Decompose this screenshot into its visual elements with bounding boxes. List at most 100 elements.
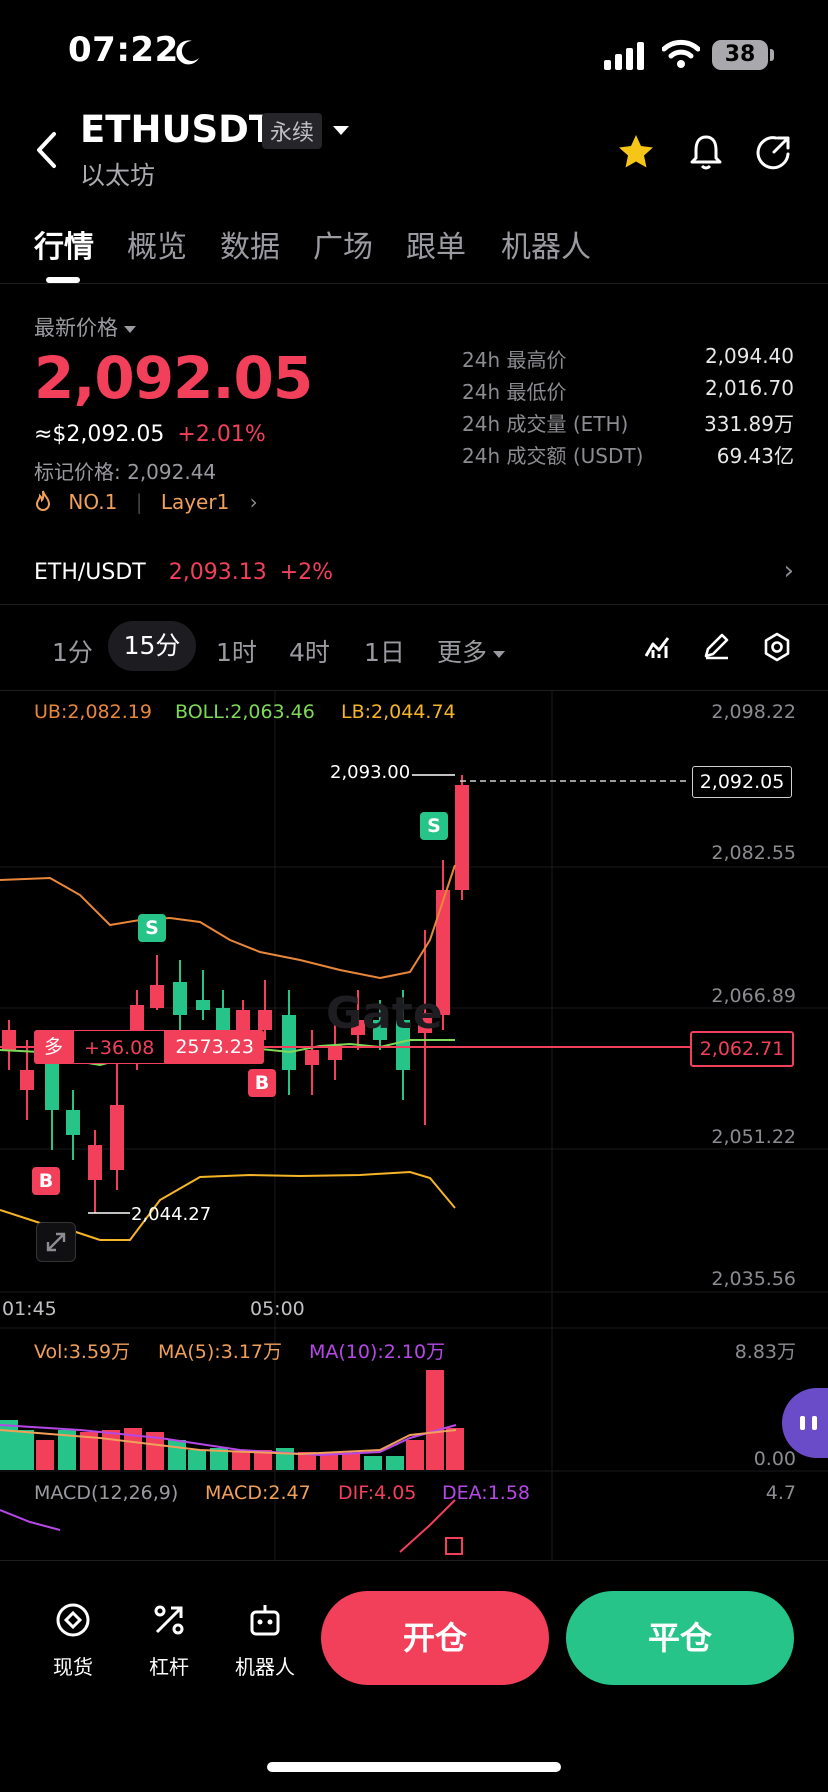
chevron-right-icon: › [249,490,258,514]
tf-1d[interactable]: 1日 [364,633,405,669]
stat-24h-turnover: 24h 成交额 (USDT) 69.43亿 [462,444,794,468]
macd-name: MACD(12,26,9) [34,1482,179,1504]
tf-1m[interactable]: 1分 [52,633,93,669]
volume-bars [0,1370,464,1470]
volume-bar [102,1430,120,1470]
settings-icon[interactable] [762,632,792,662]
candle [173,960,187,1030]
boll-line [0,864,456,980]
candle [305,1030,319,1095]
status-time: 07:22 [68,30,179,70]
y-tick: 2,082.55 [711,842,796,864]
asset-name: 以太坊 [80,161,156,190]
tf-4h[interactable]: 4时 [289,633,330,669]
battery-icon: 38 [712,40,768,70]
volume-bar [16,1430,34,1470]
spot-pair-row[interactable]: ETH/USDT 2,093.13 +2% › [34,556,794,586]
y-tick: 2,051.22 [711,1126,796,1148]
robot-icon [250,1605,280,1636]
fullscreen-icon[interactable] [36,1222,76,1262]
tab-data[interactable]: 数据 [220,222,280,266]
time-tick: 01:45 [2,1298,57,1320]
usd-price-line: ≈$2,092.05 +2.01% [34,422,266,447]
y-tick: 2,066.89 [711,985,796,1007]
sell-marker: S [420,812,448,840]
boll-ub: UB:2,082.19 [34,701,152,723]
spot-icon [56,1603,90,1637]
position-pnl: +36.08 [73,1030,166,1064]
volume-bar [426,1370,444,1470]
volume-bar [276,1448,294,1470]
macd-hist-bar [445,1537,463,1555]
buy-marker: B [248,1069,276,1097]
candle [2,1020,16,1070]
contract-badge: 永续 [262,113,323,149]
assistant-bubble-icon[interactable] [782,1388,828,1458]
star-icon[interactable] [616,132,656,172]
candle [150,955,164,1010]
battery-level: 38 [724,42,756,67]
volume-bar [36,1440,54,1470]
tab-square[interactable]: 广场 [313,222,373,266]
current-price-tag: 2,092.05 [692,766,792,798]
wifi-icon [662,39,700,68]
price-type-selector[interactable]: 最新价格 [34,312,136,342]
indicator-icon[interactable] [644,632,672,660]
stat-24h-high: 24h 最高价 2,094.40 [462,344,794,372]
macd-axis: 4.7 [765,1482,796,1504]
tf-1h[interactable]: 1时 [216,633,257,669]
volume-bar [446,1428,464,1470]
leverage-icon [154,1605,184,1635]
nav-spot[interactable]: 现货 [28,1600,118,1680]
position-side: 多 [34,1030,74,1064]
candle [88,1130,102,1213]
position-tag[interactable]: 多 +36.08 2573.23 [34,1030,264,1064]
nav-bots[interactable]: 机器人 [220,1600,310,1680]
volume-bar [232,1452,250,1470]
volume-bar [406,1440,424,1470]
sector-tag: Layer1 [160,490,230,514]
symbol-dropdown-icon[interactable] [333,126,349,135]
home-indicator[interactable] [267,1762,561,1772]
last-price: 2,092.05 [34,344,313,412]
volume-bar [364,1456,382,1470]
vol-max: 8.83万 [734,1341,796,1363]
position-price-tag: 2,062.71 [690,1031,794,1067]
back-arrow-icon[interactable] [34,130,58,170]
dea-line [0,1509,61,1531]
volume-bar [188,1450,206,1470]
nav-margin[interactable]: 杠杆 [124,1600,214,1680]
share-icon[interactable] [754,132,794,172]
close-position-button[interactable]: 平仓 [566,1591,794,1685]
tab-overview[interactable]: 概览 [127,222,187,266]
vol-label: Vol:3.59万 [34,1341,131,1363]
candle [282,990,296,1095]
time-tick: 05:00 [250,1298,305,1320]
y-tick: 2,035.56 [711,1268,796,1290]
kline-chart[interactable] [0,690,828,1560]
tf-more[interactable]: 更多 [437,633,506,669]
vol-ma5: MA(5):3.17万 [158,1341,283,1363]
stat-24h-volume: 24h 成交量 (ETH) 331.89万 [462,412,794,436]
macd-dea: DEA:1.58 [442,1482,531,1504]
ranking-tags[interactable]: NO.1 | Layer1 › [34,490,258,514]
open-position-button[interactable]: 开仓 [321,1591,549,1685]
vol-ma10: MA(10):2.10万 [309,1341,446,1363]
tab-market[interactable]: 行情 [34,222,94,266]
volume-bar [0,1420,18,1470]
flame-icon [35,490,51,511]
mark-price: 标记价格: 2,092.44 [34,460,217,484]
tab-copy-trading[interactable]: 跟单 [406,222,466,266]
draw-tool-icon[interactable] [702,632,730,660]
high-label: 2,093.00 [330,762,411,783]
bell-icon[interactable] [686,132,726,172]
signal-icon [604,42,644,70]
usd-price: ≈$2,092.05 [34,422,165,447]
sell-marker: S [138,914,166,942]
tf-15m[interactable]: 15分 [108,621,196,671]
dropdown-icon [124,325,136,333]
symbol-title[interactable]: ETHUSDT [80,108,274,151]
tab-bots[interactable]: 机器人 [501,222,591,266]
gate-watermark: Gate [326,988,443,1039]
low-label: 2,044.27 [131,1204,212,1225]
